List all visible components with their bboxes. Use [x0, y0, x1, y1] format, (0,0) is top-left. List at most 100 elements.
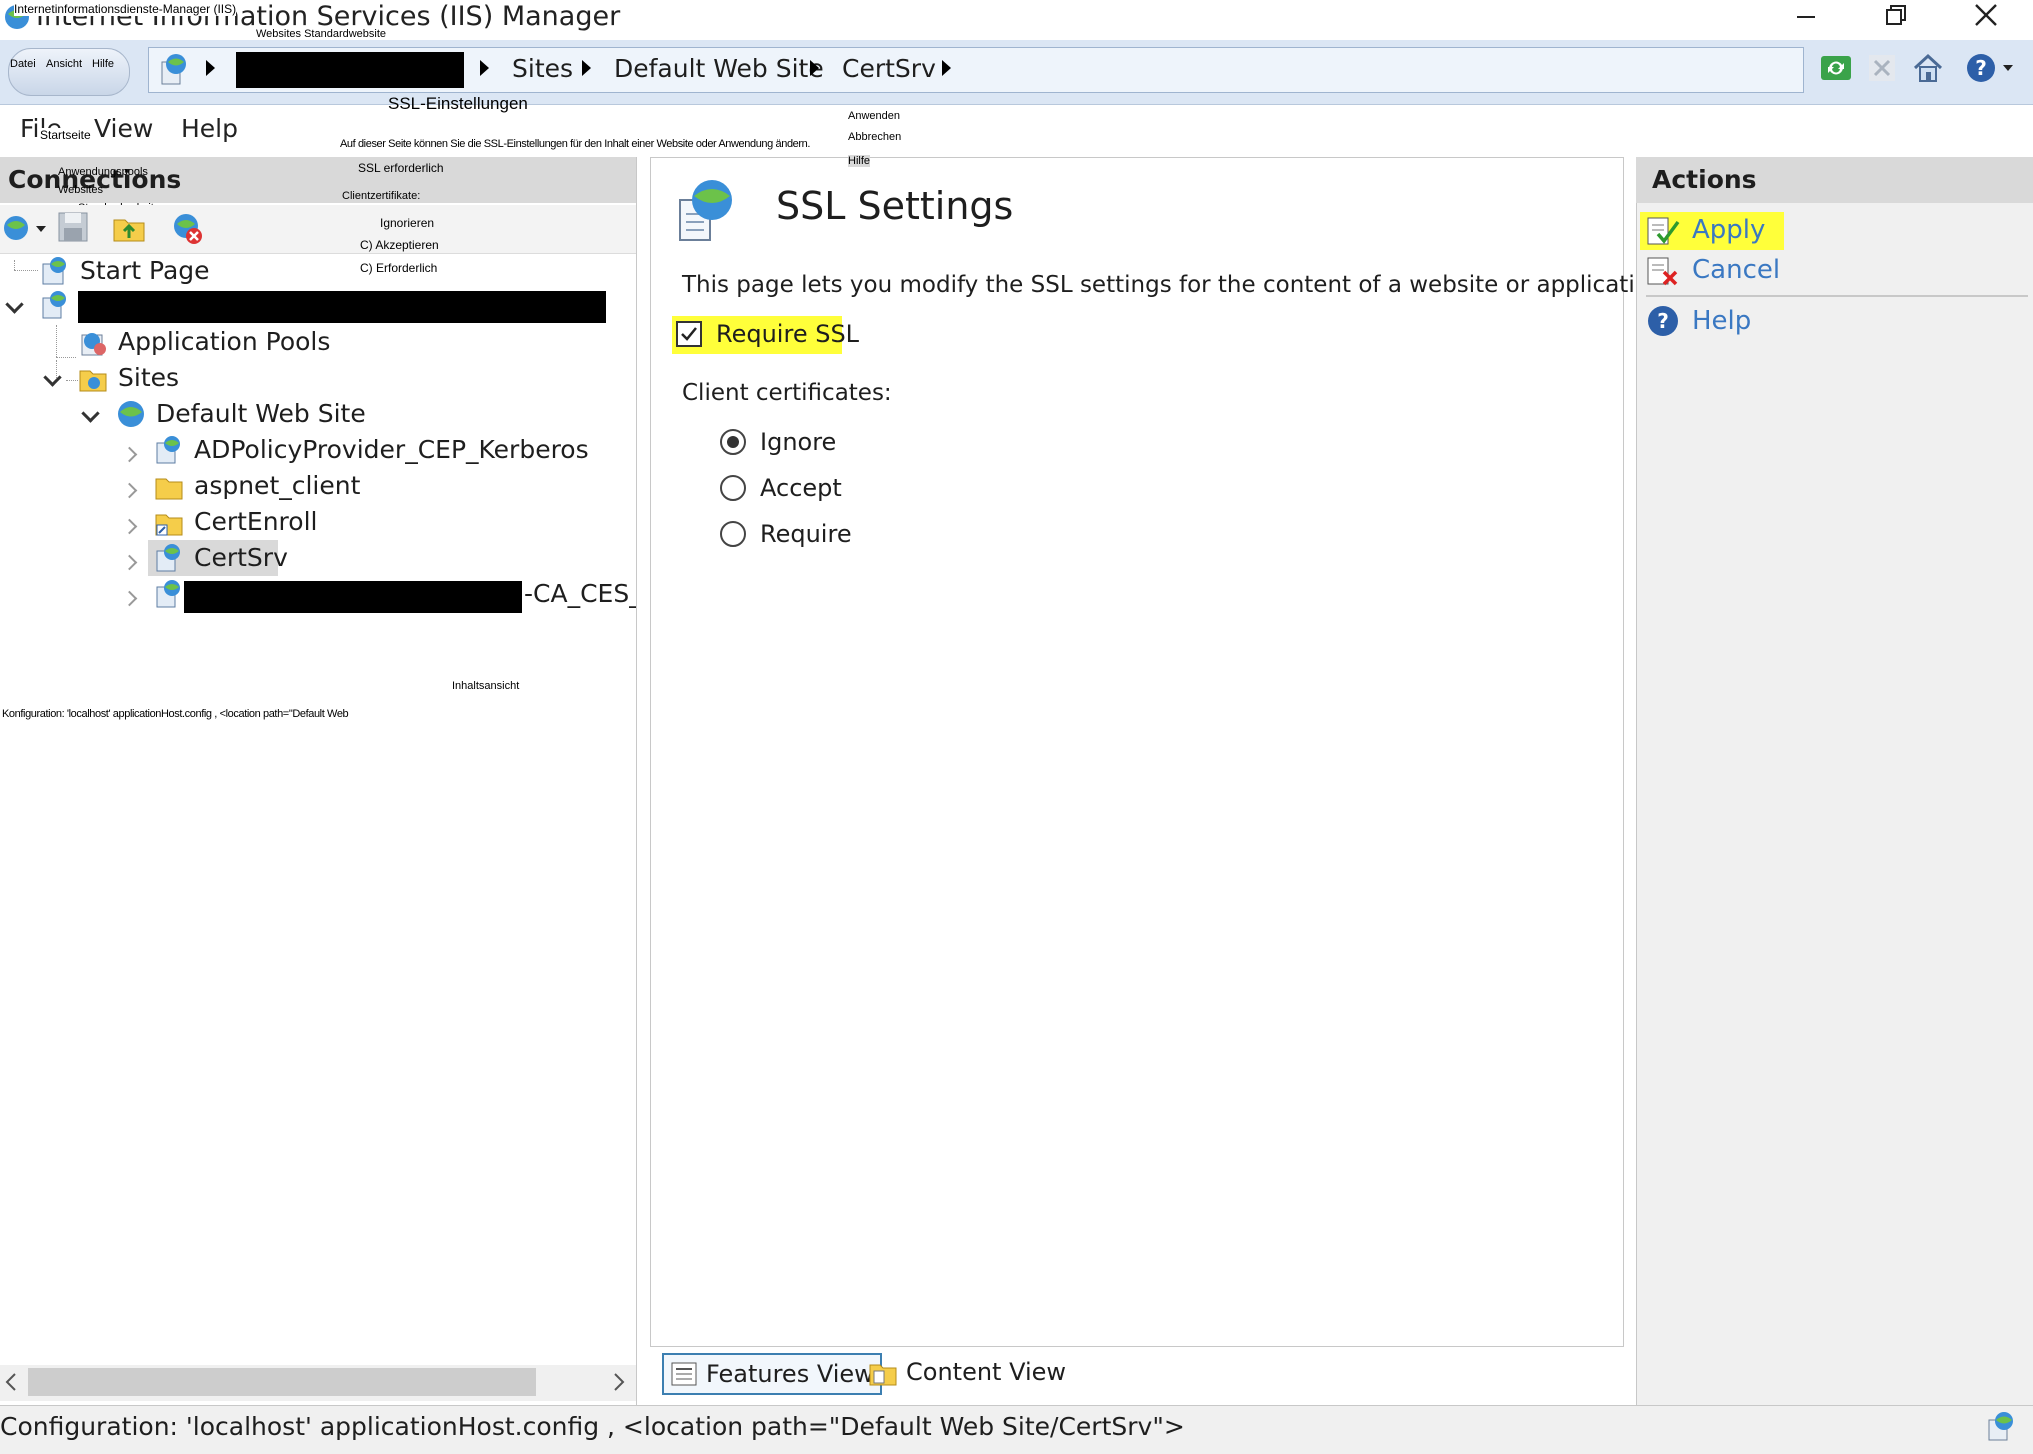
checkbox-checked-icon [676, 321, 702, 347]
menu-overlay-help: Hilfe [92, 58, 115, 70]
tree-item-ces-redacted[interactable]: -CA_CES_K [154, 579, 636, 615]
save-icon [58, 212, 88, 242]
tree-label-start-page: Start Page [80, 256, 210, 285]
tree-connector [14, 270, 38, 271]
breadcrumb-arrow-icon[interactable] [206, 60, 215, 76]
connect-button[interactable] [2, 210, 48, 246]
breadcrumb-overlay: Websites Standardwebsite [256, 28, 387, 40]
folder-up-icon [113, 219, 145, 242]
tree-label-certenroll: CertEnroll [194, 507, 318, 536]
client-certs-overlay: Clientzertifikate: [342, 190, 421, 202]
redacted-server-node[interactable] [78, 291, 606, 323]
apply-icon [1647, 217, 1680, 245]
feature-title-overlay: SSL-Einstellungen [388, 94, 528, 113]
menu-bar [0, 105, 2033, 155]
apply-label: Apply [1692, 215, 1766, 245]
tree-label-default-web-site: Default Web Site [156, 399, 366, 428]
overlay-app-pools: Anwendungspools [58, 166, 148, 178]
home-icon [1913, 53, 1943, 82]
scroll-left-icon[interactable] [4, 1372, 18, 1392]
minimize-button[interactable] [1762, 0, 1850, 30]
status-server-icon [1988, 1412, 2013, 1441]
web-app-icon [156, 544, 180, 572]
web-app-icon [156, 580, 180, 608]
refresh-icon [1821, 56, 1851, 80]
ssl-settings-icon [679, 180, 732, 241]
save-connections-button[interactable] [56, 210, 92, 246]
start-page-icon [42, 257, 66, 285]
connections-toolbar [0, 205, 636, 254]
menu-view[interactable]: View [94, 114, 153, 143]
menu-overlay-start: Startseite [40, 128, 91, 142]
tree-label-app-pools: Application Pools [118, 327, 331, 356]
scrollbar-thumb[interactable] [28, 1368, 536, 1396]
breadcrumb-arrow-icon[interactable] [480, 60, 489, 76]
breadcrumb-arrow-icon[interactable] [942, 60, 951, 76]
apply-action[interactable]: Apply [1646, 214, 1765, 246]
tree-connector [56, 325, 57, 357]
redacted-ces-name [184, 581, 522, 613]
help-action[interactable]: ? Help [1646, 304, 1751, 338]
actions-divider [1646, 295, 2028, 297]
overlay-config: Konfiguration: 'localhost' applicationHo… [2, 708, 349, 720]
server-node-icon [42, 291, 66, 319]
radio-unselected-icon [720, 475, 746, 501]
tree-label-certsrv: CertSrv [194, 543, 288, 572]
disconnect-button[interactable] [170, 210, 206, 246]
content-view-icon [869, 1364, 897, 1386]
radio-label-require: Require [760, 520, 852, 548]
virtual-directory-icon [155, 514, 183, 536]
overlay-websites: Websites [58, 184, 104, 196]
back-forward-buttons[interactable] [8, 48, 130, 96]
stop-button[interactable] [1864, 50, 1900, 86]
web-app-icon [156, 436, 180, 464]
breadcrumb-sites[interactable]: Sites [512, 54, 573, 83]
overlay-content-view: Inhaltsansicht [452, 680, 520, 692]
status-text: Configuration: 'localhost' applicationHo… [0, 1412, 1185, 1441]
help-label: Help [1692, 306, 1752, 336]
tab-features-label: Features View [706, 1360, 874, 1388]
tab-features-view[interactable]: Features View [662, 1353, 882, 1395]
radio-accept[interactable]: Accept [720, 474, 842, 502]
radio-unselected-icon [720, 521, 746, 547]
overlay-help: Hilfe [848, 155, 871, 167]
help-dropdown-button[interactable]: ? [1962, 50, 2022, 86]
breadcrumb-certsrv[interactable]: CertSrv [842, 54, 936, 83]
overlay-ignore: Ignorieren [380, 216, 435, 230]
cancel-action[interactable]: Cancel [1646, 254, 1780, 286]
tree-label-adpolicyprovider: ADPolicyProvider_CEP_Kerberos [194, 435, 589, 464]
radio-ignore[interactable]: Ignore [720, 428, 836, 456]
feature-description-overlay: Auf dieser Seite können Sie die SSL-Eins… [340, 138, 811, 150]
up-level-button[interactable] [112, 210, 148, 246]
svg-text:?: ? [1657, 309, 1669, 333]
stop-icon [1869, 55, 1895, 81]
close-button[interactable] [1942, 0, 2030, 30]
overlay-require: C) Erforderlich [360, 261, 438, 275]
tree-label-aspnet-client: aspnet_client [194, 471, 361, 500]
actions-pane [1636, 157, 2033, 1405]
menu-overlay-view: Ansicht [46, 58, 83, 70]
feature-title: SSL Settings [776, 184, 1014, 228]
require-ssl-checkbox[interactable]: Require SSL [676, 320, 859, 348]
tab-content-view[interactable]: Content View [862, 1353, 1072, 1391]
refresh-button[interactable] [1818, 50, 1854, 86]
breadcrumb-default-web-site[interactable]: Default Web Site [614, 54, 824, 83]
tree-item-certsrv-selected[interactable]: CertSrv [148, 540, 288, 576]
svg-text:?: ? [1975, 56, 1987, 80]
tree-connector [56, 357, 76, 358]
overlay-accept: C) Akzeptieren [360, 238, 439, 252]
require-ssl-label: Require SSL [716, 320, 860, 348]
features-view-icon [671, 1362, 697, 1386]
menu-help[interactable]: Help [181, 114, 238, 143]
app-pools-icon [81, 333, 106, 356]
breadcrumb-arrow-icon[interactable] [810, 60, 819, 76]
actions-title: Actions [1652, 165, 1757, 194]
redacted-server-name[interactable] [236, 52, 464, 88]
breadcrumb-arrow-icon[interactable] [582, 60, 591, 76]
scroll-right-icon[interactable] [612, 1372, 626, 1392]
tab-content-label: Content View [906, 1358, 1067, 1386]
restore-button[interactable] [1852, 0, 1940, 30]
radio-require[interactable]: Require [720, 520, 852, 548]
home-button[interactable] [1910, 50, 1946, 86]
tree-connector [66, 380, 78, 381]
